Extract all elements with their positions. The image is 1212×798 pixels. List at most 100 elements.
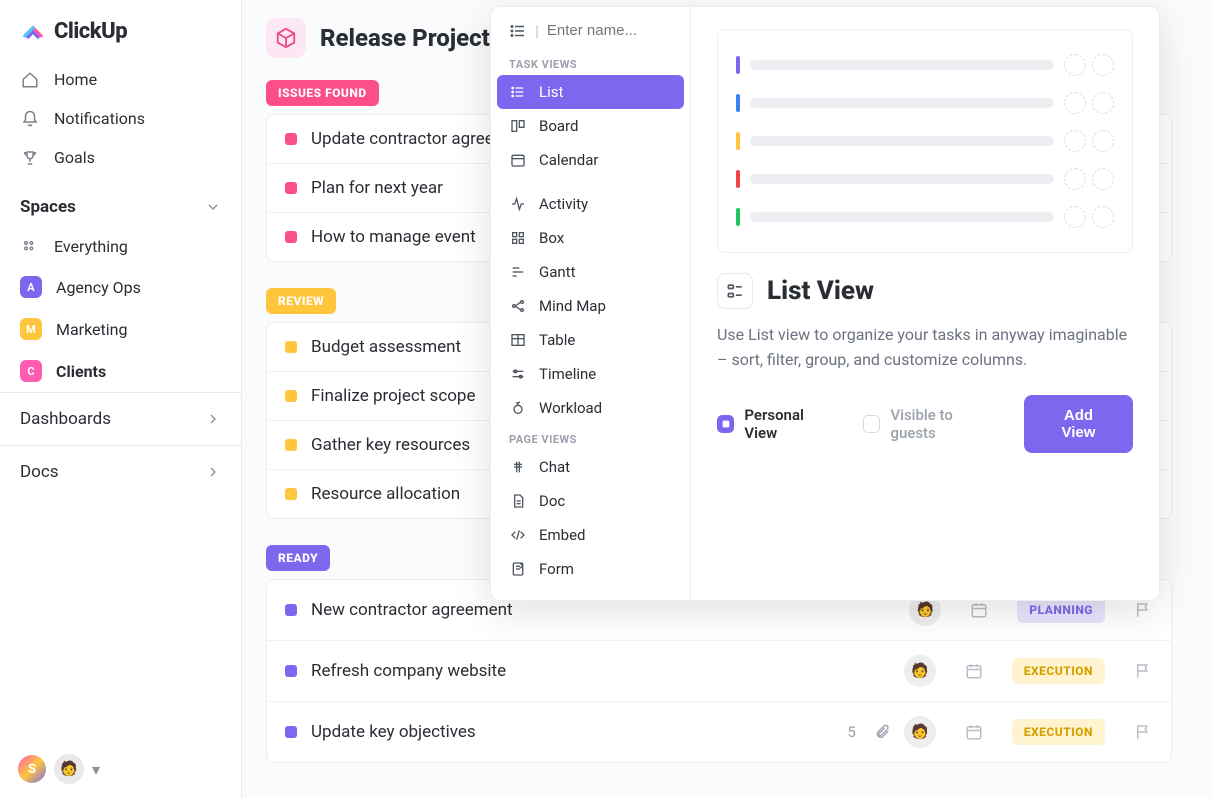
sidebar-space-item[interactable]: AAgency Ops (0, 266, 241, 308)
sidebar-docs[interactable]: Docs (0, 445, 241, 498)
preview-color-bar (736, 132, 740, 150)
due-date-icon[interactable] (964, 723, 984, 741)
preview-description: Use List view to organize your tasks in … (717, 323, 1133, 373)
user-avatar[interactable]: 🧑 (54, 754, 84, 784)
view-option-list[interactable]: List (497, 75, 684, 109)
view-option-activity[interactable]: Activity (497, 187, 684, 221)
view-option-gantt[interactable]: Gantt (497, 255, 684, 289)
view-option-embed[interactable]: Embed (497, 518, 684, 552)
priority-flag-icon[interactable] (1133, 662, 1153, 680)
view-option-label: Timeline (539, 365, 596, 383)
workload-icon (509, 400, 527, 416)
logo[interactable]: ClickUp (0, 0, 241, 54)
sidebar-dashboards[interactable]: Dashboards (0, 392, 241, 445)
main: Release Project ISSUES FOUNDUpdate contr… (242, 0, 1212, 798)
nav-home[interactable]: Home (0, 60, 241, 99)
project-icon (266, 18, 306, 58)
list-view-icon (717, 273, 753, 309)
status-dot (285, 390, 297, 402)
preview-avatar-placeholder (1092, 54, 1114, 76)
group-label[interactable]: ISSUES FOUND (266, 80, 379, 106)
task-tag[interactable]: EXECUTION (1012, 658, 1105, 684)
priority-flag-icon[interactable] (1133, 601, 1153, 619)
preview-color-bar (736, 56, 740, 74)
view-picker: | TASK VIEWS List Board Calendar ActivityBo… (491, 7, 691, 600)
task-views-heading: TASK VIEWS (497, 50, 684, 75)
view-option-label: Workload (539, 399, 602, 417)
view-option-timeline[interactable]: Timeline (497, 357, 684, 391)
add-view-button[interactable]: Add View (1024, 395, 1133, 453)
status-dot (285, 439, 297, 451)
nav-label: Notifications (54, 109, 145, 128)
preview-line (750, 174, 1054, 184)
due-date-icon[interactable] (964, 662, 984, 680)
sidebar-space-item[interactable]: CClients (0, 350, 241, 392)
sidebar-space-item[interactable]: MMarketing (0, 308, 241, 350)
space-badge: C (20, 360, 42, 382)
status-dot (285, 133, 297, 145)
sidebar: ClickUp Home Notifications Goals (0, 0, 242, 798)
preview-row (732, 84, 1118, 122)
view-option-table[interactable]: Table (497, 323, 684, 357)
view-option-doc[interactable]: Doc (497, 484, 684, 518)
grid-icon (20, 239, 40, 255)
view-preview: List View Use List view to organize your… (691, 7, 1159, 600)
preview-avatar-placeholder (1064, 168, 1086, 190)
view-search: | (497, 17, 684, 50)
view-option-box[interactable]: Box (497, 221, 684, 255)
status-dot (285, 488, 297, 500)
nav-notifications[interactable]: Notifications (0, 99, 241, 138)
personal-view-toggle[interactable]: Personal View (717, 406, 837, 442)
activity-icon (509, 196, 527, 212)
view-option-workload[interactable]: Workload (497, 391, 684, 425)
table-icon (509, 332, 527, 348)
due-date-icon[interactable] (969, 601, 989, 619)
visible-guests-toggle[interactable]: Visible to guests (863, 406, 998, 442)
preview-avatar-placeholder (1064, 206, 1086, 228)
priority-flag-icon[interactable] (1133, 723, 1153, 741)
everything-label: Everything (54, 237, 128, 256)
preview-avatar-placeholder (1064, 92, 1086, 114)
spaces-header[interactable]: Spaces (0, 183, 241, 227)
view-option-board[interactable]: Board (497, 109, 684, 143)
assignee-avatar[interactable]: 🧑 (904, 655, 936, 687)
space-label: Marketing (56, 320, 127, 339)
box-icon (509, 230, 527, 246)
user-badge[interactable]: S (18, 755, 46, 783)
task-meta: 🧑 EXECUTION (904, 716, 1153, 748)
nav-goals[interactable]: Goals (0, 138, 241, 177)
preview-title: List View (767, 276, 874, 306)
preview-line (750, 212, 1054, 222)
chevron-down-icon (205, 199, 221, 215)
preview-row (732, 160, 1118, 198)
preview-avatar-placeholder (1064, 54, 1086, 76)
caret-down-icon[interactable]: ▾ (92, 760, 100, 779)
view-option-mind-map[interactable]: Mind Map (497, 289, 684, 323)
chevron-right-icon (205, 411, 221, 427)
sidebar-footer: S 🧑 ▾ (0, 740, 241, 798)
primary-nav: Home Notifications Goals (0, 54, 241, 183)
task-row[interactable]: Refresh company website 🧑 EXECUTION (267, 641, 1171, 702)
logo-icon (20, 18, 46, 44)
view-option-form[interactable]: Form (497, 552, 684, 586)
view-option-label: List (539, 83, 563, 101)
assignee-avatar[interactable]: 🧑 (904, 716, 936, 748)
task-title: Refresh company website (311, 661, 890, 681)
sidebar-everything[interactable]: Everything (0, 227, 241, 266)
view-option-calendar[interactable]: Calendar (497, 143, 684, 177)
gantt-icon (509, 264, 527, 280)
task-tag[interactable]: EXECUTION (1012, 719, 1105, 745)
view-name-input[interactable] (547, 22, 667, 39)
task-row[interactable]: Update key objectives5🧑EXECUTION (267, 702, 1171, 762)
view-option-label: Embed (539, 526, 586, 544)
status-dot (285, 604, 297, 616)
view-option-chat[interactable]: Chat (497, 450, 684, 484)
group-label[interactable]: REVIEW (266, 288, 336, 314)
view-option-label: Table (539, 331, 575, 349)
status-dot (285, 726, 297, 738)
preview-avatar-placeholder (1092, 92, 1114, 114)
nav-label: Goals (54, 148, 95, 167)
doc-icon (509, 493, 527, 509)
group-label[interactable]: READY (266, 545, 330, 571)
view-option-label: Calendar (539, 151, 599, 169)
